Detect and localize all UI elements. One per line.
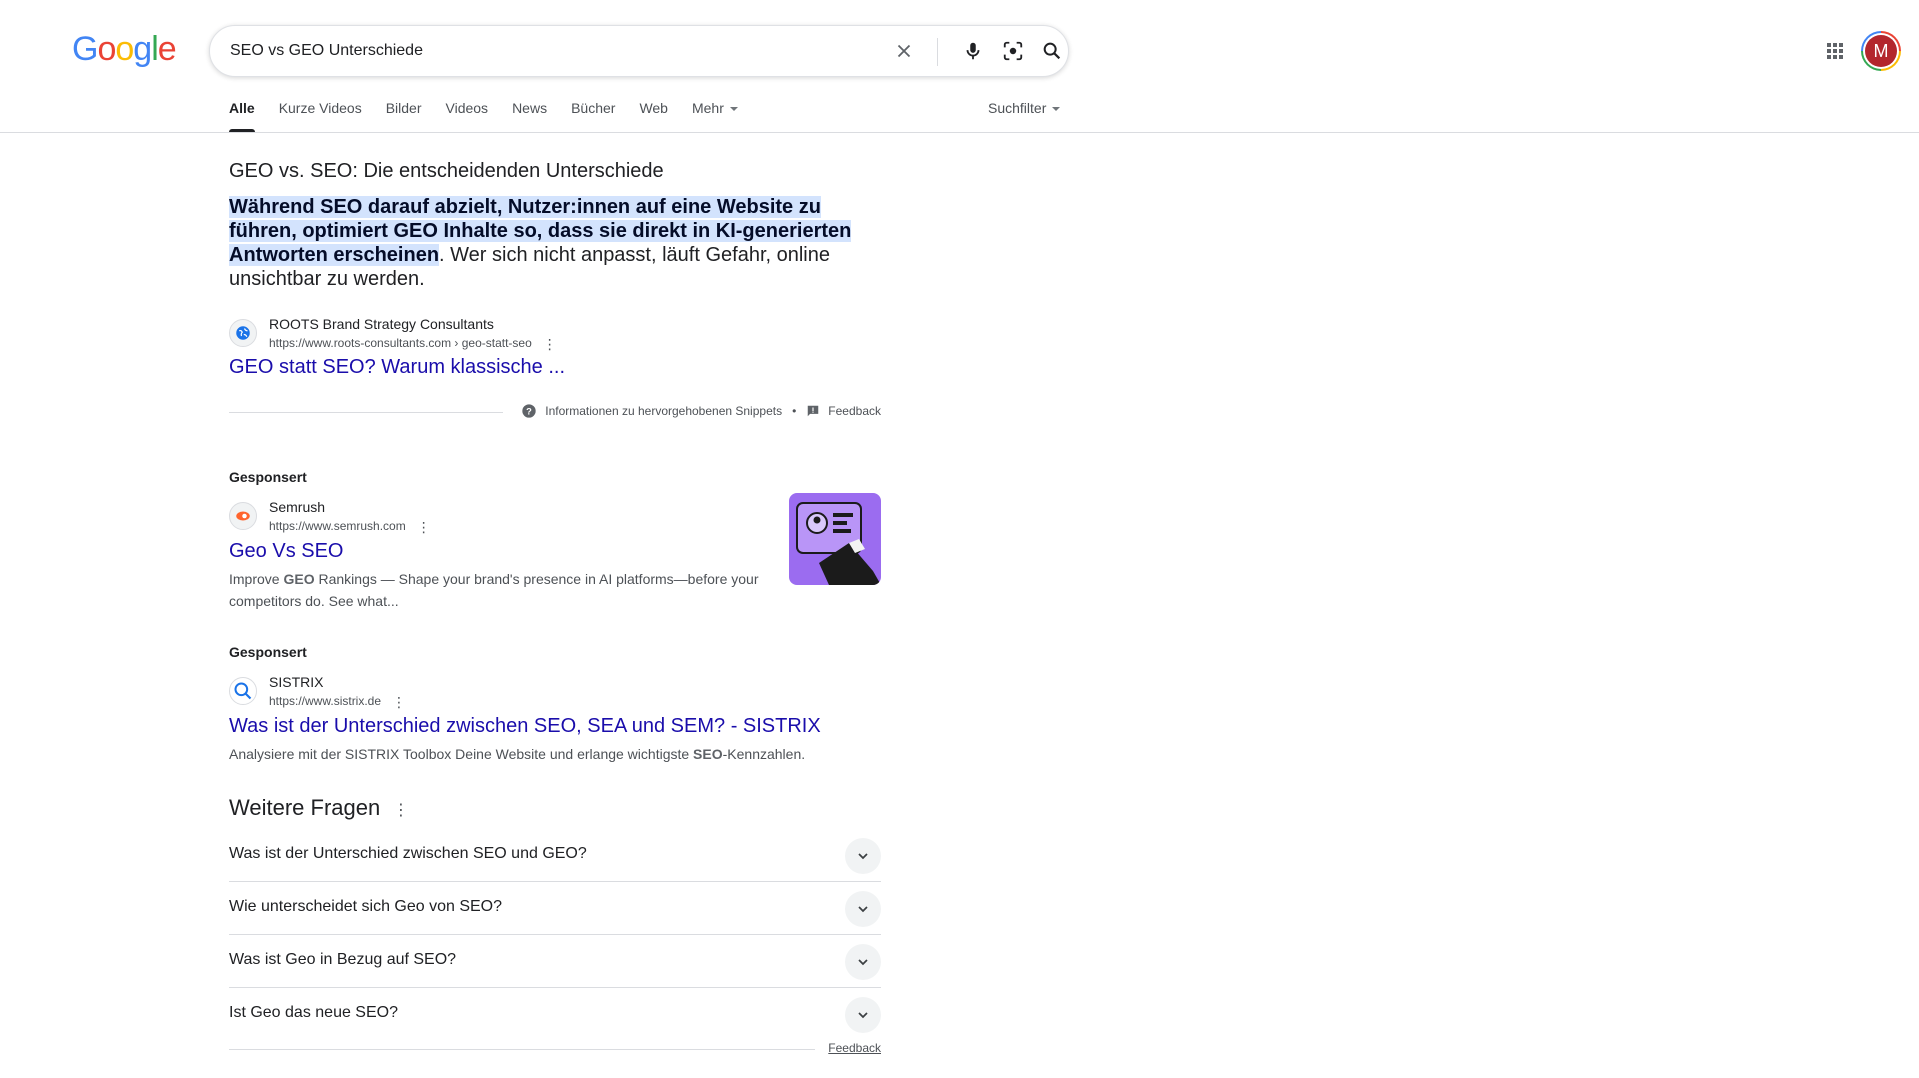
ad-source-semrush[interactable]: Semrush https://www.semrush.com ⋮	[229, 497, 432, 536]
more-options-icon[interactable]: ⋮	[542, 335, 558, 353]
ad-url: https://www.sistrix.de	[269, 694, 382, 708]
snippet-feedback-link[interactable]: Feedback	[828, 404, 881, 418]
more-options-icon[interactable]: ⋮	[391, 693, 407, 711]
tab-alle[interactable]: Alle	[229, 100, 255, 132]
caret-down-icon	[1052, 107, 1061, 112]
apps-grid-icon[interactable]	[1823, 39, 1847, 63]
clear-icon[interactable]	[892, 39, 916, 63]
chevron-down-icon[interactable]	[845, 891, 881, 927]
separator: •	[792, 404, 797, 418]
faq-item[interactable]: Wie unterscheidet sich Geo von SEO?	[229, 882, 881, 935]
sponsored-label: Gesponsert	[229, 469, 307, 485]
search-input[interactable]	[230, 26, 870, 76]
faq-question: Ist Geo das neue SEO?	[229, 1004, 398, 1021]
faq-item[interactable]: Was ist Geo in Bezug auf SEO?	[229, 935, 881, 988]
lens-icon[interactable]	[1001, 39, 1025, 63]
suchfilter-label: Suchfilter	[988, 100, 1047, 116]
about-snippets-link[interactable]: Informationen zu hervorgehobenen Snippet…	[545, 404, 782, 418]
ad-link-sistrix[interactable]: Was ist der Unterschied zwischen SEO, SE…	[229, 713, 821, 739]
faq-question: Was ist der Unterschied zwischen SEO und…	[229, 845, 587, 862]
caret-down-icon	[729, 107, 738, 112]
ad-source-sistrix[interactable]: SISTRIX https://www.sistrix.de ⋮	[229, 672, 407, 711]
divider	[229, 412, 503, 413]
related-questions-footer: Feedback	[229, 1041, 881, 1061]
account-avatar[interactable]: M	[1861, 31, 1901, 71]
help-icon: ?	[522, 404, 536, 418]
tab-web[interactable]: Web	[639, 100, 668, 132]
snippet-source[interactable]: ROOTS Brand Strategy Consultants https:/…	[229, 314, 558, 353]
snippet-title: GEO vs. SEO: Die entscheidenden Untersch…	[229, 160, 664, 182]
more-options-icon[interactable]: ⋮	[416, 518, 432, 536]
tab-videos[interactable]: Videos	[446, 100, 489, 132]
globe-icon	[229, 319, 257, 348]
faq-item[interactable]: Ist Geo das neue SEO?	[229, 988, 881, 1041]
tab-mehr[interactable]: Mehr	[692, 100, 738, 132]
more-options-icon[interactable]: ⋮	[393, 800, 409, 820]
tab-mehr-label: Mehr	[691, 100, 724, 116]
chevron-down-icon[interactable]	[845, 997, 881, 1033]
ad-thumbnail-image[interactable]	[789, 493, 881, 585]
snippet-about-row: ? Informationen zu hervorgehobenen Snipp…	[229, 400, 881, 424]
ad-url: https://www.semrush.com	[269, 519, 406, 533]
related-questions-feedback-link[interactable]: Feedback	[828, 1041, 881, 1055]
search-tabs: Alle Kurze Videos Bilder Videos News Büc…	[229, 100, 762, 132]
faq-item[interactable]: Was ist der Unterschied zwischen SEO und…	[229, 829, 881, 882]
ad-description: Improve GEO Rankings — Shape your brand'…	[229, 571, 759, 609]
microphone-icon[interactable]	[961, 39, 985, 63]
source-name: ROOTS Brand Strategy Consultants	[269, 316, 494, 332]
snippet-text: Während SEO darauf abzielt, Nutzer:innen…	[229, 195, 889, 291]
faq-question: Wie unterscheidet sich Geo von SEO?	[229, 898, 503, 915]
snippet-result-link[interactable]: GEO statt SEO? Warum klassische ...	[229, 354, 565, 380]
ad-name: Semrush	[269, 499, 326, 515]
ad-link-semrush[interactable]: Geo Vs SEO	[229, 538, 344, 564]
tab-kurze-videos[interactable]: Kurze Videos	[279, 100, 362, 132]
search-divider	[937, 38, 938, 66]
divider	[229, 1049, 815, 1050]
source-url: https://www.roots-consultants.com › geo-…	[269, 336, 532, 350]
related-questions-title: Weitere Fragen	[229, 795, 381, 820]
header-divider	[0, 132, 1919, 133]
ad-description: Analysiere mit der SISTRIX Toolbox Deine…	[229, 746, 806, 762]
search-box	[209, 25, 1069, 77]
feedback-icon	[808, 405, 819, 417]
tab-bilder[interactable]: Bilder	[386, 100, 422, 132]
semrush-logo-icon	[229, 502, 257, 531]
ad-name: SISTRIX	[269, 674, 324, 690]
google-logo[interactable]: Google	[72, 30, 177, 69]
tab-buecher[interactable]: Bücher	[571, 100, 615, 132]
search-icon[interactable]	[1040, 39, 1064, 63]
chevron-down-icon[interactable]	[845, 944, 881, 980]
sponsored-label: Gesponsert	[229, 644, 307, 660]
avatar-initial: M	[1865, 35, 1897, 67]
sistrix-magnifier-icon	[229, 677, 257, 706]
faq-question: Was ist Geo in Bezug auf SEO?	[229, 951, 457, 968]
chevron-down-icon[interactable]	[845, 838, 881, 874]
tab-news[interactable]: News	[512, 100, 547, 132]
suchfilter-button[interactable]: Suchfilter	[988, 100, 1061, 116]
svg-text:?: ?	[526, 406, 532, 416]
